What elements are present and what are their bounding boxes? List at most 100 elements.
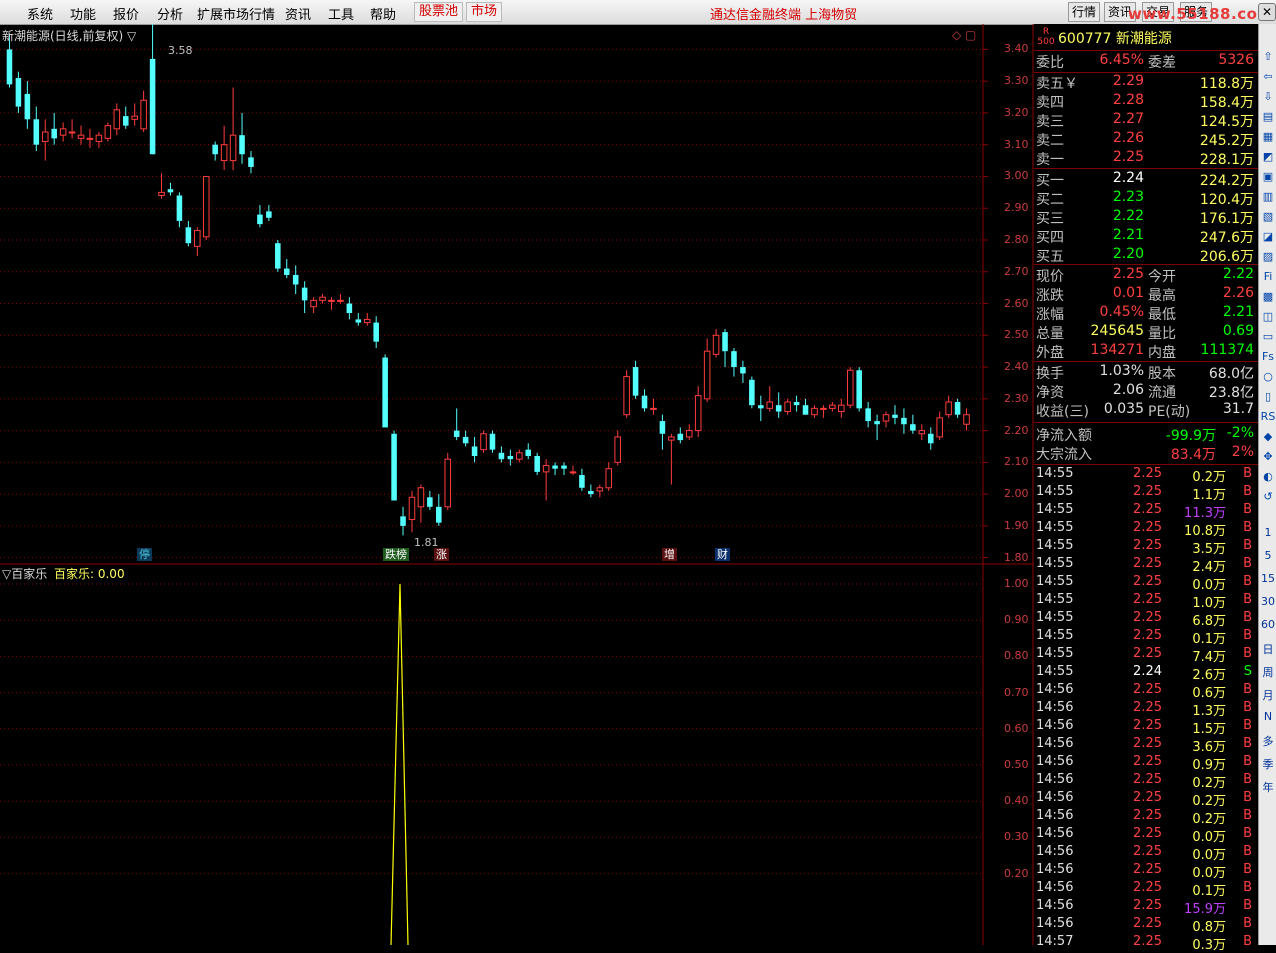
candle[interactable] (266, 205, 272, 221)
candle[interactable] (149, 24, 156, 155)
candle[interactable] (954, 398, 961, 418)
candle[interactable] (427, 490, 433, 510)
candle[interactable] (874, 414, 880, 441)
candle[interactable] (588, 484, 594, 498)
toolbar-icon[interactable]: ▥ (1259, 190, 1276, 203)
candle[interactable] (641, 389, 648, 412)
candle[interactable] (829, 402, 836, 412)
close-icon[interactable]: ✕ (1258, 3, 1276, 21)
candle[interactable] (131, 103, 138, 126)
candle[interactable] (525, 443, 532, 460)
candle[interactable] (95, 132, 103, 148)
toolbar-icon[interactable]: ◆ (1259, 430, 1276, 443)
candle[interactable] (400, 506, 406, 536)
candle[interactable] (436, 494, 442, 526)
menu-function[interactable]: 功能 (70, 4, 96, 23)
candle[interactable] (650, 398, 657, 415)
candle[interactable] (605, 462, 613, 491)
toolbar-icon[interactable]: ▭ (1259, 330, 1276, 343)
candle[interactable] (122, 106, 129, 129)
candle[interactable] (59, 122, 67, 142)
candle[interactable] (355, 313, 362, 326)
period-button[interactable]: 15 (1259, 572, 1276, 585)
candle[interactable] (740, 360, 746, 383)
candle[interactable] (77, 125, 85, 145)
candle[interactable] (685, 424, 693, 441)
period-button[interactable]: 多 (1259, 733, 1276, 749)
candle[interactable] (373, 316, 379, 348)
candle[interactable] (910, 414, 916, 434)
candle[interactable] (865, 402, 871, 428)
candle[interactable] (694, 386, 702, 437)
candle[interactable] (346, 297, 353, 320)
toolbar-icon[interactable]: ⇧ (1259, 50, 1276, 63)
candle[interactable] (677, 427, 684, 444)
menu-quote[interactable]: 报价 (113, 4, 139, 23)
event-marker[interactable]: 财 (715, 548, 730, 561)
candle[interactable] (480, 430, 487, 453)
toolbar-icon[interactable]: ▨ (1259, 250, 1276, 263)
candle[interactable] (918, 424, 926, 441)
candle[interactable] (140, 90, 147, 132)
candle[interactable] (614, 430, 621, 466)
candle[interactable] (257, 205, 263, 228)
tab-quote-button[interactable]: 行情 (1068, 2, 1101, 22)
toolbar-icon[interactable]: ◐ (1259, 470, 1276, 483)
candle[interactable] (248, 151, 254, 174)
event-marker[interactable]: 跌榜 (383, 548, 409, 561)
candle[interactable] (892, 405, 898, 425)
candle[interactable] (882, 411, 890, 428)
candle[interactable] (534, 452, 540, 476)
menu-news[interactable]: 资讯 (285, 4, 311, 23)
toolbar-icon[interactable]: ▧ (1259, 210, 1276, 223)
candle[interactable] (722, 328, 728, 368)
toolbar-icon[interactable]: ◪ (1259, 230, 1276, 243)
candle[interactable] (507, 449, 514, 466)
candle[interactable] (185, 220, 192, 247)
event-marker[interactable]: 停 (137, 548, 152, 561)
candle[interactable] (382, 354, 388, 428)
candle[interactable] (668, 433, 675, 485)
menu-analysis[interactable]: 分析 (157, 4, 183, 23)
period-button[interactable]: 季 (1259, 756, 1276, 772)
toolbar-icon[interactable]: ◩ (1259, 150, 1276, 163)
period-button[interactable]: 月 (1259, 687, 1276, 703)
period-button[interactable]: 日 (1259, 641, 1276, 657)
period-button[interactable]: 5 (1259, 549, 1276, 562)
toolbar-icon[interactable]: ⇦ (1259, 70, 1276, 83)
candle[interactable] (310, 297, 317, 314)
candle[interactable] (319, 294, 326, 304)
candle[interactable] (15, 71, 22, 113)
candle[interactable] (104, 122, 112, 142)
candle[interactable] (33, 106, 40, 152)
toolbar-icon[interactable]: ↺ (1259, 490, 1276, 503)
toolbar-icon[interactable]: ▤ (1259, 110, 1276, 123)
candle[interactable] (838, 398, 845, 418)
toolbar-icon[interactable]: ⇩ (1259, 90, 1276, 103)
candle[interactable] (784, 398, 791, 415)
candle[interactable] (51, 112, 57, 145)
candle[interactable] (945, 395, 952, 418)
candle[interactable] (820, 405, 827, 418)
candle[interactable] (328, 297, 335, 310)
period-button[interactable]: 1 (1259, 526, 1276, 539)
toolbar-icon[interactable]: RS (1259, 410, 1276, 423)
candle[interactable] (766, 386, 774, 412)
candle[interactable] (623, 370, 630, 418)
toolbar-icon[interactable]: ▣ (1259, 170, 1276, 183)
candle[interactable] (363, 313, 371, 326)
candle[interactable] (417, 484, 425, 523)
candle[interactable] (758, 395, 764, 422)
candle[interactable] (283, 259, 290, 279)
candle[interactable] (569, 465, 577, 476)
candle[interactable] (552, 462, 558, 476)
candle[interactable] (337, 294, 344, 304)
candle[interactable] (408, 490, 416, 533)
candle[interactable] (561, 462, 567, 476)
candle[interactable] (113, 103, 121, 136)
toolbar-icon[interactable]: ✥ (1259, 450, 1276, 463)
candle[interactable] (229, 87, 237, 171)
candle[interactable] (275, 240, 281, 272)
candle[interactable] (220, 125, 228, 171)
candle[interactable] (292, 265, 299, 294)
